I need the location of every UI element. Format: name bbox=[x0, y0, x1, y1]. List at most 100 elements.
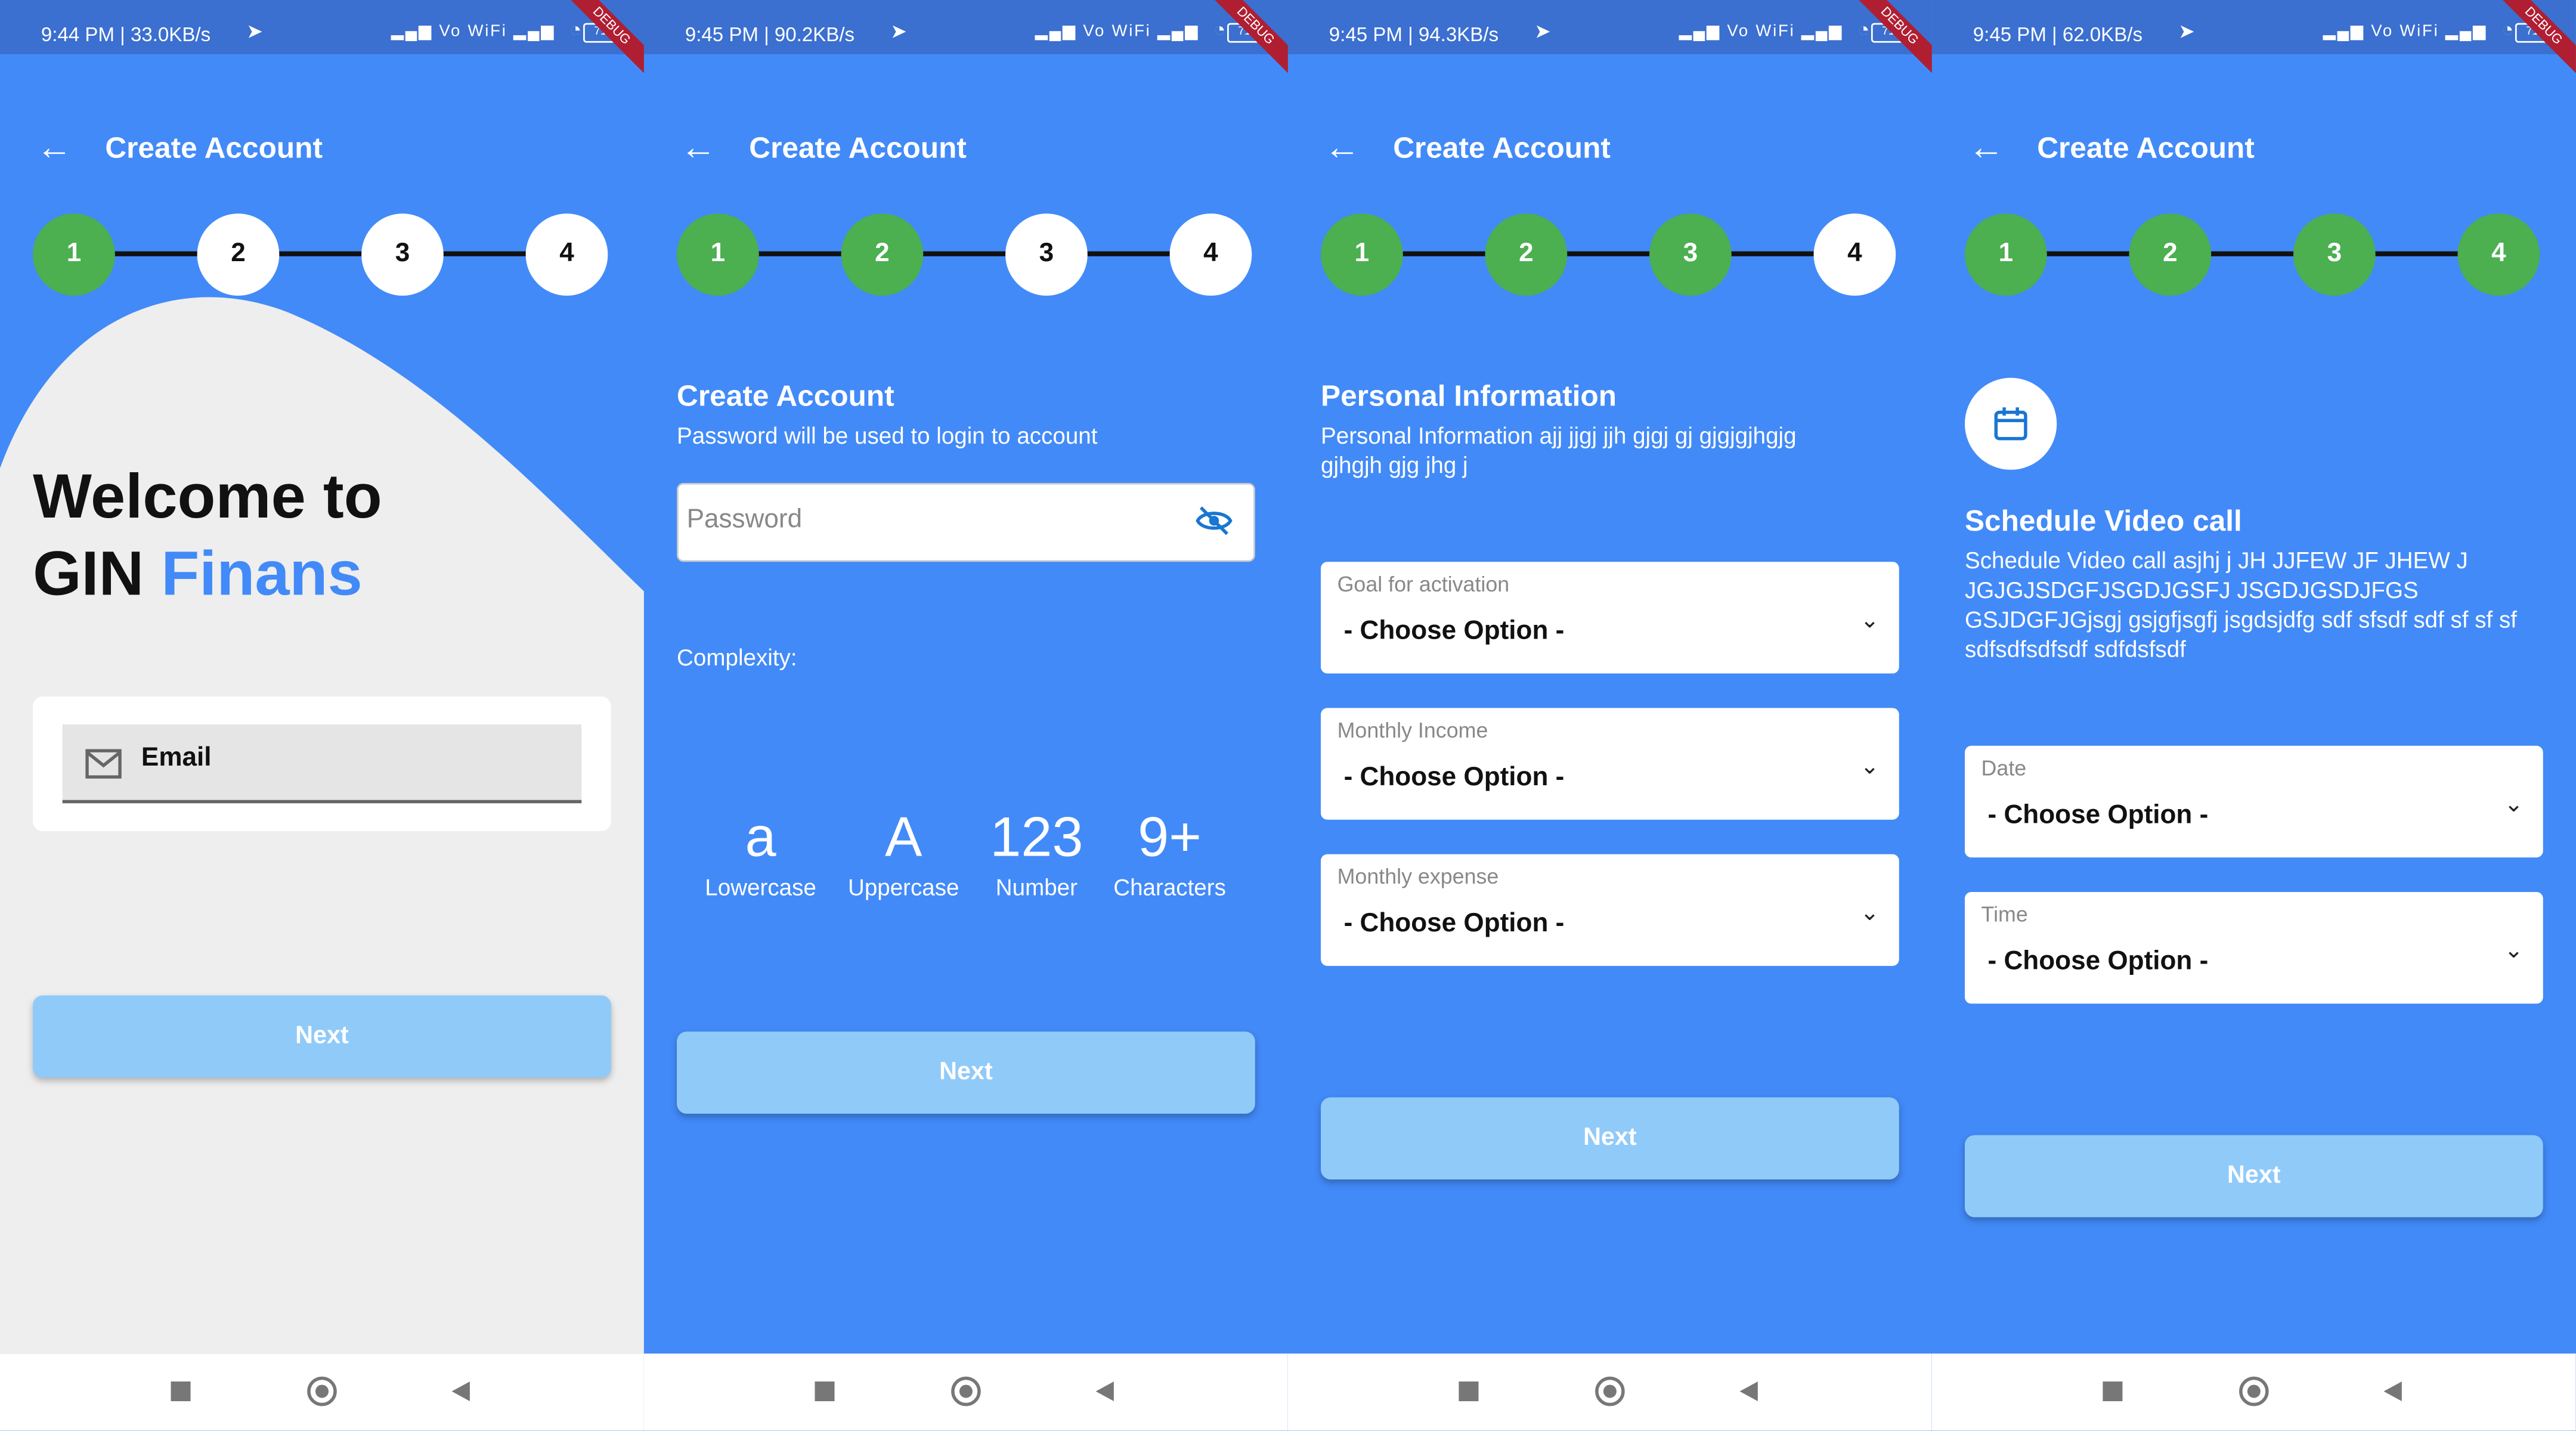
home-icon[interactable] bbox=[2239, 1376, 2269, 1407]
back-nav-icon[interactable] bbox=[1739, 1381, 1758, 1402]
recent-apps-icon[interactable] bbox=[2103, 1381, 2123, 1402]
step-4[interactable]: 4 bbox=[525, 213, 608, 296]
visibility-off-icon[interactable] bbox=[1194, 501, 1234, 540]
status-time: 9:45 PM | 94.3KB/s bbox=[1329, 23, 1499, 47]
next-button[interactable]: Next bbox=[677, 1032, 1255, 1114]
wifi-icon: ◔ bbox=[1857, 18, 1870, 41]
status-bar: 9:45 PM | 90.2KB/s ➤ ▂▄▆ Vo WiFi ▂▄▆ ◔ 7… bbox=[643, 0, 1288, 80]
recent-apps-icon[interactable] bbox=[1459, 1381, 1479, 1402]
stepper-line bbox=[717, 251, 1214, 256]
section-subheading: Password will be used to login to accoun… bbox=[677, 422, 1098, 449]
complexity-characters: 9+ Characters bbox=[1113, 806, 1226, 900]
dropdown-label: Time bbox=[1981, 902, 2028, 927]
status-bar: 9:45 PM | 62.0KB/s ➤ ▂▄▆ Vo WiFi ▂▄▆ ◔ 7… bbox=[1931, 0, 2576, 80]
back-arrow-icon[interactable]: ← bbox=[36, 126, 73, 169]
next-button[interactable]: Next bbox=[33, 995, 611, 1078]
section-subheading: Schedule Video call asjhj j JH JJFEW JF … bbox=[1964, 547, 2517, 662]
back-nav-icon[interactable] bbox=[2383, 1381, 2402, 1402]
telegram-icon: ➤ bbox=[2178, 20, 2195, 43]
dropdown-value: - Choose Option - bbox=[1343, 764, 1565, 792]
dropdown-label: Monthly expense bbox=[1337, 864, 1499, 889]
status-time: 9:45 PM | 62.0KB/s bbox=[1973, 23, 2142, 47]
wifi-icon: ◔ bbox=[2501, 18, 2514, 41]
screen-schedule-call: 9:45 PM | 62.0KB/s ➤ ▂▄▆ Vo WiFi ▂▄▆ ◔ 7… bbox=[1931, 0, 2576, 1431]
recent-apps-icon[interactable] bbox=[171, 1381, 191, 1402]
step-4[interactable]: 4 bbox=[1813, 213, 1896, 296]
password-placeholder: Password bbox=[686, 506, 803, 534]
step-3[interactable]: 3 bbox=[1005, 213, 1088, 296]
step-3[interactable]: 3 bbox=[361, 213, 444, 296]
status-time: 9:45 PM | 90.2KB/s bbox=[685, 23, 855, 47]
step-4[interactable]: 4 bbox=[1169, 213, 1252, 296]
wifi-icon: ◔ bbox=[1213, 18, 1226, 41]
welcome-heading: Welcome to GIN Finans bbox=[33, 463, 382, 610]
next-button[interactable]: Next bbox=[1321, 1097, 1899, 1180]
back-arrow-icon[interactable]: ← bbox=[680, 126, 717, 169]
dropdown-label: Monthly Income bbox=[1337, 717, 1488, 743]
home-icon[interactable] bbox=[951, 1376, 981, 1407]
android-nav-bar bbox=[1931, 1353, 2576, 1431]
complexity-lowercase: a Lowercase bbox=[705, 806, 816, 900]
stepper: 1 2 3 4 bbox=[33, 213, 611, 296]
signal-icon: ▂▄▆ Vo WiFi ▂▄▆ bbox=[2323, 23, 2488, 41]
home-icon[interactable] bbox=[307, 1376, 337, 1407]
monthly-income-dropdown[interactable]: Monthly Income - Choose Option - ⌄ bbox=[1321, 708, 1899, 820]
step-2[interactable]: 2 bbox=[841, 213, 924, 296]
android-nav-bar bbox=[643, 1353, 1288, 1431]
step-1[interactable]: 1 bbox=[33, 213, 115, 296]
android-nav-bar bbox=[0, 1353, 644, 1431]
dropdown-value: - Choose Option - bbox=[1343, 910, 1565, 938]
brand-name: Finans bbox=[161, 540, 363, 610]
section-heading: Create Account bbox=[677, 379, 894, 413]
password-input[interactable]: Password bbox=[677, 482, 1255, 562]
step-3[interactable]: 3 bbox=[2293, 213, 2376, 296]
email-label: Email bbox=[141, 744, 212, 772]
home-icon[interactable] bbox=[1595, 1376, 1625, 1407]
step-2[interactable]: 2 bbox=[1485, 213, 1568, 296]
screen-password: 9:45 PM | 90.2KB/s ➤ ▂▄▆ Vo WiFi ▂▄▆ ◔ 7… bbox=[643, 0, 1288, 1431]
goal-dropdown[interactable]: Goal for activation - Choose Option - ⌄ bbox=[1321, 562, 1899, 674]
section-subheading: Personal Information ajj jjgj jjh gjgj g… bbox=[1321, 422, 1797, 478]
chevron-down-icon: ⌄ bbox=[2504, 790, 2524, 817]
step-1[interactable]: 1 bbox=[1964, 213, 2047, 296]
app-bar: ← Create Account bbox=[644, 98, 1288, 197]
stepper: 1 2 3 4 bbox=[1321, 213, 1899, 296]
page-title: Create Account bbox=[1393, 131, 1611, 165]
chevron-down-icon: ⌄ bbox=[1860, 752, 1880, 779]
step-3[interactable]: 3 bbox=[1649, 213, 1732, 296]
back-arrow-icon[interactable]: ← bbox=[1324, 126, 1361, 169]
time-dropdown[interactable]: Time - Choose Option - ⌄ bbox=[1964, 891, 2543, 1004]
dropdown-value: - Choose Option - bbox=[1987, 801, 2209, 830]
date-dropdown[interactable]: Date - Choose Option - ⌄ bbox=[1964, 745, 2543, 858]
back-nav-icon[interactable] bbox=[1095, 1381, 1114, 1402]
step-2[interactable]: 2 bbox=[2129, 213, 2212, 296]
stepper-line bbox=[73, 251, 570, 256]
back-nav-icon[interactable] bbox=[451, 1381, 470, 1402]
page-title: Create Account bbox=[105, 131, 323, 165]
stepper-line bbox=[1361, 251, 1858, 256]
screen-personal-info: 9:45 PM | 94.3KB/s ➤ ▂▄▆ Vo WiFi ▂▄▆ ◔ 7… bbox=[1287, 0, 1932, 1431]
email-card: Email bbox=[33, 696, 611, 832]
app-bar: ← Create Account bbox=[0, 98, 644, 197]
next-button[interactable]: Next bbox=[1964, 1135, 2543, 1218]
signal-icon: ▂▄▆ Vo WiFi ▂▄▆ bbox=[1035, 23, 1200, 41]
status-bar: 9:45 PM | 94.3KB/s ➤ ▂▄▆ Vo WiFi ▂▄▆ ◔ 7… bbox=[1287, 0, 1932, 80]
step-1[interactable]: 1 bbox=[677, 213, 759, 296]
step-2[interactable]: 2 bbox=[197, 213, 280, 296]
complexity-number: 123 Number bbox=[990, 806, 1083, 900]
chevron-down-icon: ⌄ bbox=[1860, 606, 1880, 633]
step-1[interactable]: 1 bbox=[1321, 213, 1403, 296]
back-arrow-icon[interactable]: ← bbox=[1968, 126, 2004, 169]
page-title: Create Account bbox=[2037, 131, 2255, 165]
dropdown-label: Goal for activation bbox=[1337, 571, 1510, 597]
app-bar: ← Create Account bbox=[1288, 98, 1932, 197]
recent-apps-icon[interactable] bbox=[815, 1381, 835, 1402]
monthly-expense-dropdown[interactable]: Monthly expense - Choose Option - ⌄ bbox=[1321, 854, 1899, 966]
telegram-icon: ➤ bbox=[1534, 20, 1551, 43]
step-4[interactable]: 4 bbox=[2457, 213, 2540, 296]
signal-icon: ▂▄▆ Vo WiFi ▂▄▆ bbox=[1679, 23, 1844, 41]
email-field[interactable]: Email bbox=[62, 724, 582, 804]
app-bar: ← Create Account bbox=[1932, 98, 2576, 197]
dropdown-label: Date bbox=[1981, 755, 2027, 780]
complexity-uppercase: A Uppercase bbox=[847, 806, 959, 900]
